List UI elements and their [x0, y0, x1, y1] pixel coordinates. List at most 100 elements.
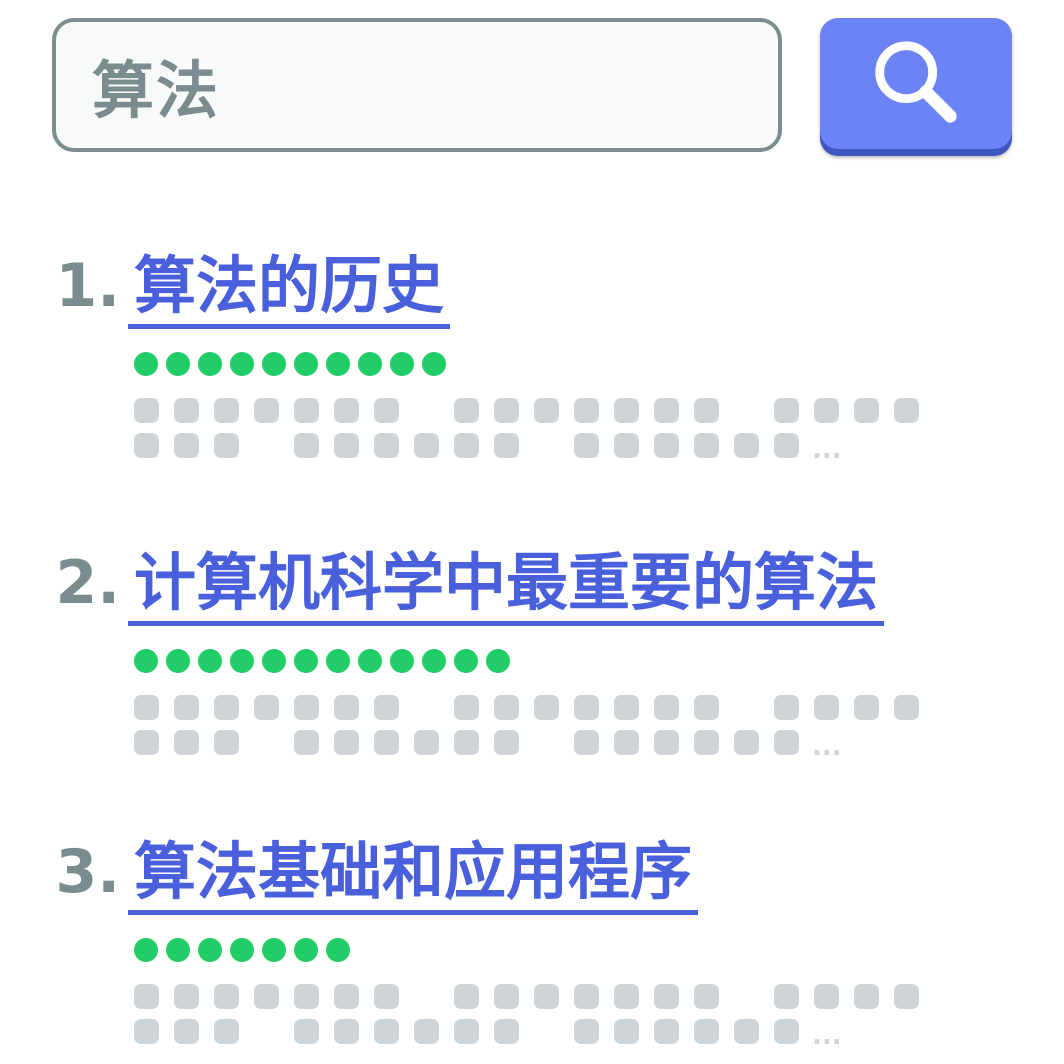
placeholder-text-block — [654, 695, 679, 720]
placeholder-text-block — [774, 695, 799, 720]
placeholder-text-block — [494, 433, 519, 458]
placeholder-text-block — [334, 1019, 359, 1044]
placeholder-text-block — [654, 1019, 679, 1044]
placeholder-text-block — [374, 433, 399, 458]
placeholder-text-block — [254, 695, 279, 720]
rating-dot — [198, 938, 222, 962]
placeholder-text-block — [574, 1019, 599, 1044]
result-snippet: ... — [134, 695, 934, 779]
placeholder-text-block — [694, 433, 719, 458]
rating-dot — [390, 649, 414, 673]
placeholder-text-block — [694, 695, 719, 720]
placeholder-text-block — [454, 398, 479, 423]
result-rating — [134, 649, 510, 673]
placeholder-text-block — [894, 398, 919, 423]
placeholder-text-block — [774, 433, 799, 458]
rating-dot — [326, 938, 350, 962]
placeholder-text-block — [894, 984, 919, 1009]
placeholder-text-block — [294, 1019, 319, 1044]
rating-dot — [326, 352, 350, 376]
placeholder-text-block — [534, 984, 559, 1009]
placeholder-text-block — [254, 984, 279, 1009]
placeholder-text-block — [294, 398, 319, 423]
placeholder-text-block — [614, 730, 639, 755]
rating-dot — [262, 352, 286, 376]
placeholder-text-block — [614, 433, 639, 458]
placeholder-text-block — [494, 695, 519, 720]
placeholder-text-block — [174, 1019, 199, 1044]
placeholder-text-block — [894, 695, 919, 720]
placeholder-text-block — [134, 433, 159, 458]
placeholder-text-block — [294, 730, 319, 755]
placeholder-text-block — [334, 984, 359, 1009]
result-title-link[interactable]: 算法基础和应用程序 — [128, 834, 699, 915]
rating-dot — [198, 352, 222, 376]
result-number: 2. — [55, 548, 120, 618]
result-number: 1. — [55, 251, 120, 321]
placeholder-text-block — [734, 1019, 759, 1044]
placeholder-text-block — [214, 695, 239, 720]
rating-dot — [294, 938, 318, 962]
placeholder-text-block — [414, 1019, 439, 1044]
result-rating — [134, 938, 350, 962]
placeholder-text-block — [574, 398, 599, 423]
placeholder-text-block — [654, 984, 679, 1009]
snippet-line: ... — [134, 730, 842, 760]
placeholder-text-block — [174, 984, 199, 1009]
snippet-ellipsis: ... — [812, 435, 842, 465]
placeholder-text-block — [854, 398, 879, 423]
placeholder-text-block — [174, 398, 199, 423]
snippet-line: ... — [134, 1019, 842, 1051]
placeholder-text-block — [574, 433, 599, 458]
placeholder-text-block — [294, 695, 319, 720]
placeholder-text-block — [774, 1019, 799, 1044]
placeholder-text-block — [614, 398, 639, 423]
placeholder-text-block — [694, 730, 719, 755]
rating-dot — [166, 938, 190, 962]
rating-dot — [486, 649, 510, 673]
placeholder-text-block — [134, 984, 159, 1009]
placeholder-text-block — [654, 433, 679, 458]
placeholder-text-block — [294, 984, 319, 1009]
placeholder-text-block — [574, 730, 599, 755]
placeholder-text-block — [214, 433, 239, 458]
placeholder-text-block — [454, 1019, 479, 1044]
search-button[interactable] — [820, 18, 1012, 156]
rating-dot — [166, 649, 190, 673]
placeholder-text-block — [294, 433, 319, 458]
rating-dot — [358, 352, 382, 376]
snippet-line — [134, 695, 934, 721]
placeholder-text-block — [654, 398, 679, 423]
placeholder-text-block — [774, 984, 799, 1009]
snippet-ellipsis: ... — [812, 1021, 842, 1051]
placeholder-text-block — [414, 730, 439, 755]
rating-dot — [134, 352, 158, 376]
search-input[interactable]: 算法 — [52, 18, 782, 152]
placeholder-text-block — [374, 695, 399, 720]
placeholder-text-block — [414, 433, 439, 458]
rating-dot — [390, 352, 414, 376]
placeholder-text-block — [134, 1019, 159, 1044]
rating-dot — [230, 649, 254, 673]
placeholder-text-block — [214, 1019, 239, 1044]
result-snippet: ... — [134, 984, 934, 1064]
placeholder-text-block — [614, 1019, 639, 1044]
placeholder-text-block — [534, 695, 559, 720]
placeholder-text-block — [374, 984, 399, 1009]
placeholder-text-block — [494, 398, 519, 423]
placeholder-text-block — [214, 984, 239, 1009]
placeholder-text-block — [854, 695, 879, 720]
placeholder-text-block — [494, 730, 519, 755]
result-title-link[interactable]: 计算机科学中最重要的算法 — [128, 545, 885, 626]
placeholder-text-block — [694, 1019, 719, 1044]
placeholder-text-block — [814, 398, 839, 423]
placeholder-text-block — [734, 433, 759, 458]
placeholder-text-block — [174, 433, 199, 458]
result-title-link[interactable]: 算法的历史 — [128, 248, 451, 329]
rating-dot — [454, 649, 478, 673]
rating-dot — [230, 938, 254, 962]
placeholder-text-block — [134, 398, 159, 423]
placeholder-text-block — [614, 984, 639, 1009]
rating-dot — [422, 352, 446, 376]
rating-dot — [294, 352, 318, 376]
